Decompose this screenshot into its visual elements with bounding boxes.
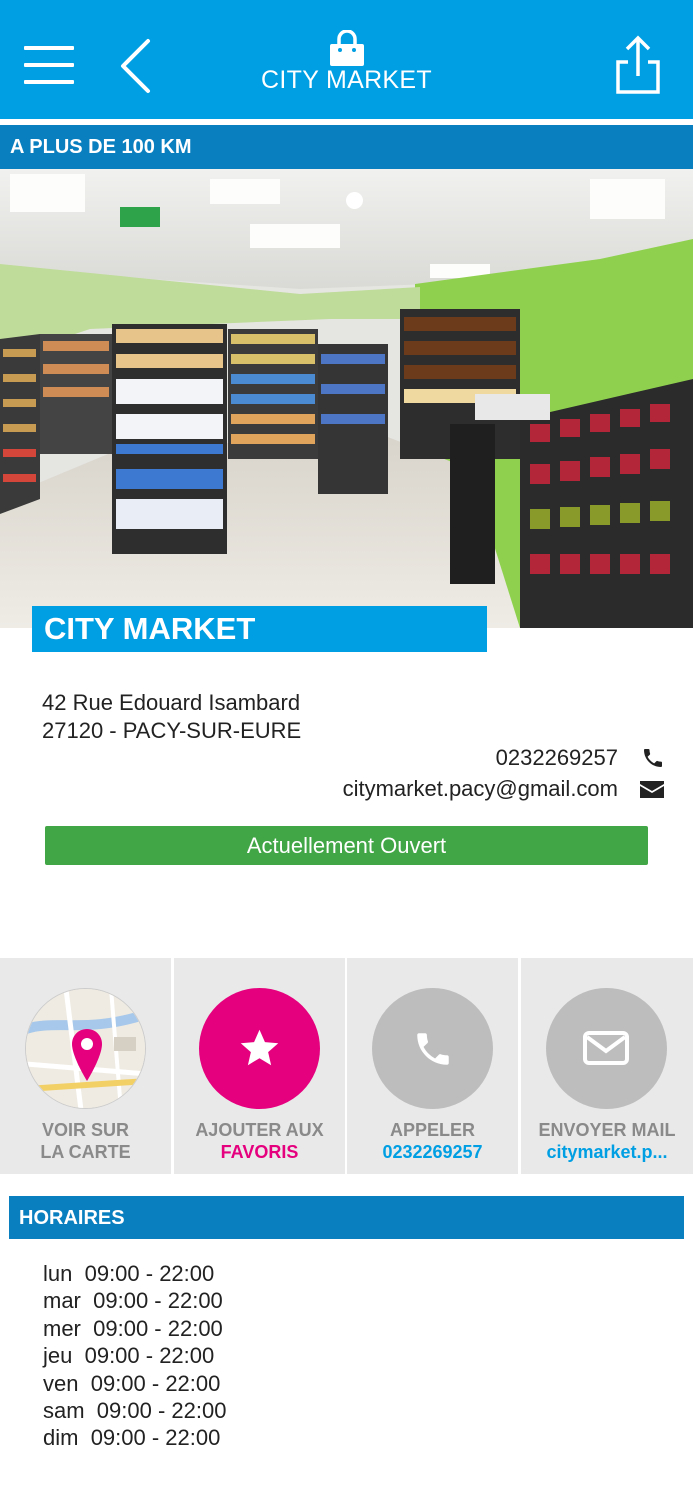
hours-time: 09:00 - 22:00 (93, 1288, 223, 1314)
map-pin-icon (72, 1029, 102, 1081)
email-address[interactable]: citymarket.pacy@gmail.com (343, 776, 618, 802)
map-action-sublabel: LA CARTE (40, 1142, 131, 1162)
opening-hours-list: lun 09:00 - 22:00 mar 09:00 - 22:00 mer … (43, 1260, 226, 1452)
mail-icon-circle (546, 988, 667, 1109)
phone-icon-circle (372, 988, 493, 1109)
shopping-bag-icon (330, 30, 364, 66)
store-photo[interactable] (0, 169, 693, 628)
app-header: CITY MARKET (0, 0, 693, 119)
envelope-icon[interactable] (639, 777, 665, 801)
hours-row: jeu 09:00 - 22:00 (43, 1342, 226, 1369)
distance-badge: A PLUS DE 100 KM (0, 125, 693, 169)
hours-day: jeu (43, 1343, 73, 1369)
favorite-action-sublabel: FAVORIS (220, 1142, 299, 1162)
hours-day: ven (43, 1370, 79, 1396)
call-action-tile[interactable]: APPELER 0232269257 (347, 958, 518, 1174)
hours-day: mar (43, 1288, 81, 1314)
star-icon (240, 1029, 279, 1066)
call-action-label: APPELER (389, 1120, 476, 1140)
store-name: CITY MARKET (32, 606, 487, 652)
hours-row: sam 09:00 - 22:00 (43, 1397, 226, 1424)
mail-action-tile[interactable]: ENVOYER MAIL citymarket.p... (521, 958, 693, 1174)
map-action-tile[interactable]: VOIR SUR LA CARTE (0, 958, 171, 1174)
hours-row: mer 09:00 - 22:00 (43, 1315, 226, 1342)
phone-number[interactable]: 0232269257 (496, 745, 618, 771)
hours-time: 09:00 - 22:00 (93, 1315, 223, 1341)
open-status-badge: Actuellement Ouvert (45, 826, 648, 865)
share-icon[interactable] (614, 34, 662, 96)
call-action-sublabel: 0232269257 (382, 1142, 483, 1162)
hours-row: lun 09:00 - 22:00 (43, 1260, 226, 1287)
hours-row: ven 09:00 - 22:00 (43, 1370, 226, 1397)
phone-icon (417, 1033, 449, 1065)
hours-time: 09:00 - 22:00 (90, 1370, 221, 1396)
mail-action-label: ENVOYER MAIL (538, 1120, 676, 1140)
star-icon-circle (199, 988, 320, 1109)
mail-action-sublabel: citymarket.p... (546, 1142, 668, 1162)
hours-day: mer (43, 1315, 81, 1341)
carousel-indicator[interactable] (346, 192, 363, 209)
hours-time: 09:00 - 22:00 (84, 1343, 215, 1369)
map-action-label: VOIR SUR (41, 1120, 129, 1140)
address-line-2: 27120 - PACY-SUR-EURE (42, 718, 302, 743)
hours-day: sam (43, 1398, 85, 1424)
hours-time: 09:00 - 22:00 (84, 1261, 215, 1286)
map-thumbnail (25, 988, 146, 1109)
hours-time: 09:00 - 22:00 (90, 1425, 221, 1451)
address-line-1: 42 Rue Edouard Isambard (42, 690, 301, 715)
hours-day: lun (43, 1261, 73, 1286)
hours-time: 09:00 - 22:00 (96, 1398, 227, 1424)
favorite-action-tile[interactable]: AJOUTER AUX FAVORIS (174, 958, 345, 1174)
phone-icon[interactable] (640, 746, 666, 770)
hours-day: dim (43, 1425, 79, 1451)
hours-row: dim 09:00 - 22:00 (43, 1424, 226, 1451)
page-title: CITY MARKET (261, 66, 432, 94)
hours-row: mar 09:00 - 22:00 (43, 1287, 226, 1314)
hours-section-title: HORAIRES (9, 1196, 684, 1239)
store-photo-image (0, 169, 693, 628)
mail-icon (583, 1031, 629, 1065)
favorite-action-label: AJOUTER AUX (195, 1120, 324, 1140)
